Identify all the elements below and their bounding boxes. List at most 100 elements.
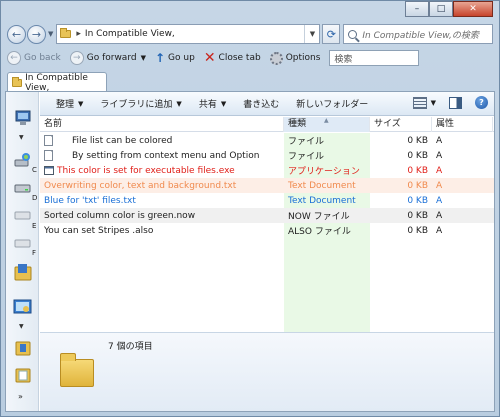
file-size: 0 KB: [407, 210, 428, 221]
chevron-down-icon: ▼: [220, 99, 227, 108]
preview-pane-icon[interactable]: [449, 96, 462, 109]
column-type-label: 種類: [288, 119, 307, 129]
new-folder-label: 新しいフォルダー: [296, 100, 369, 110]
view-details-icon[interactable]: [412, 96, 427, 109]
file-size: 0 KB: [407, 225, 428, 236]
item-count: 7 個の項目: [108, 342, 153, 352]
go-forward-label: Go forward: [86, 53, 137, 63]
chevron-right-icon[interactable]: ▸: [76, 29, 81, 39]
drive-d-icon[interactable]: [13, 178, 33, 198]
drive-f-icon[interactable]: [13, 233, 33, 253]
search-box[interactable]: In Compatible View,の検索: [343, 24, 493, 44]
file-list: 名前 ▲ 種類 サイズ 属性 File list can be colored フ…: [40, 117, 494, 335]
burn-button[interactable]: 書き込む: [243, 97, 279, 110]
drive-e-icon[interactable]: [13, 205, 33, 225]
file-name: You can set Stripes .also: [44, 225, 154, 236]
sort-ascending-icon: ▲: [324, 117, 329, 124]
share-label: 共有: [198, 100, 217, 110]
network-drive-icon[interactable]: [13, 150, 33, 170]
file-type: ファイル: [288, 137, 325, 147]
computer-icon[interactable]: [13, 108, 33, 128]
maximize-button[interactable]: □: [429, 1, 453, 17]
go-up-button[interactable]: ↑ Go up: [155, 51, 195, 65]
address-path: In Compatible View,: [84, 29, 175, 39]
address-history-dropdown[interactable]: ▼: [304, 25, 319, 43]
search-icon: [348, 29, 358, 39]
more-items-button[interactable]: »: [18, 392, 23, 401]
column-attributes-header[interactable]: 属性: [432, 117, 493, 132]
recent-pages-dropdown[interactable]: ▼: [48, 30, 53, 38]
options-button[interactable]: Options: [269, 51, 321, 65]
minimize-button[interactable]: –: [405, 1, 429, 17]
column-name-header[interactable]: 名前: [40, 117, 284, 132]
expand-arrow-icon[interactable]: ▼: [19, 323, 24, 330]
user-folder-icon[interactable]: [13, 262, 33, 282]
file-attributes: A: [436, 150, 443, 161]
file-name: This color is set for executable files.e…: [57, 165, 235, 176]
arrow-left-icon: ←: [7, 51, 21, 65]
file-row[interactable]: This color is set for executable files.e…: [40, 163, 494, 178]
go-forward-button[interactable]: → Go forward ▼: [69, 51, 146, 65]
column-type-header[interactable]: ▲ 種類: [284, 117, 370, 132]
close-tab-button[interactable]: ✕ Close tab: [204, 51, 261, 65]
refresh-button[interactable]: ⟳: [322, 24, 341, 44]
column-size-header[interactable]: サイズ: [370, 117, 432, 132]
file-type: ファイル: [288, 152, 325, 162]
expand-arrow-icon[interactable]: ▼: [19, 134, 24, 141]
documents-folder-icon[interactable]: [13, 365, 33, 385]
close-window-button[interactable]: ✕: [453, 1, 493, 17]
tab-in-compatible-view[interactable]: In Compatible View,: [7, 72, 107, 93]
burn-label: 書き込む: [243, 100, 280, 110]
help-icon[interactable]: ?: [475, 96, 488, 109]
gear-icon: [269, 51, 283, 65]
file-attributes: A: [436, 180, 443, 191]
share-menu[interactable]: 共有 ▼: [198, 97, 227, 111]
options-label: Options: [285, 53, 321, 63]
add-to-library-menu[interactable]: ライブラリに追加 ▼: [100, 97, 181, 111]
file-name: Sorted column color is green.now: [44, 210, 196, 221]
forward-nav-button[interactable]: →: [27, 24, 46, 44]
refresh-icon: ⟳: [326, 27, 336, 41]
file-name: By setting from context menu and Option: [72, 150, 260, 161]
music-folder-icon[interactable]: [13, 338, 33, 358]
add-to-library-label: ライブラリに追加: [100, 100, 173, 110]
arrow-left-icon: ←: [11, 27, 22, 41]
chevron-down-icon: ▼: [78, 99, 84, 108]
view-dropdown-icon[interactable]: ▼: [431, 99, 436, 107]
file-type: Text Document: [288, 180, 356, 191]
arrow-right-icon: →: [31, 27, 42, 41]
go-back-button[interactable]: ← Go back: [7, 51, 61, 65]
arrow-right-icon: →: [69, 51, 84, 65]
file-size: 0 KB: [407, 135, 428, 146]
organize-menu[interactable]: 整理 ▼: [56, 97, 84, 111]
file-row[interactable]: File list can be colored ファイル 0 KB A: [40, 133, 494, 148]
file-attributes: A: [436, 225, 443, 236]
file-row[interactable]: By setting from context menu and Option …: [40, 148, 494, 163]
quix-search-input[interactable]: 検索: [329, 50, 420, 66]
view-controls: ▼ ?: [412, 96, 488, 109]
file-size: 0 KB: [407, 165, 428, 176]
chevron-down-icon[interactable]: ▼: [141, 54, 146, 62]
drive-d-label: D: [32, 194, 38, 202]
file-attributes: A: [436, 135, 443, 146]
file-row[interactable]: Blue for 'txt' files.txt Text Document 0…: [40, 193, 494, 208]
control-panel-icon[interactable]: [13, 297, 33, 317]
file-row[interactable]: Overwriting color, text and background.t…: [40, 178, 494, 193]
quix-search-value: 検索: [334, 54, 353, 65]
address-row: ← → ▼ ▸ In Compatible View, ▼ ⟳ In Compa…: [7, 23, 493, 45]
file-type: Text Document: [288, 195, 356, 206]
back-nav-button[interactable]: ←: [7, 24, 26, 44]
column-headers: 名前 ▲ 種類 サイズ 属性: [40, 117, 494, 132]
file-name: Overwriting color, text and background.t…: [44, 180, 237, 191]
file-icon: [44, 150, 53, 161]
file-row[interactable]: Sorted column color is green.now NOW ファイ…: [40, 208, 494, 223]
arrow-up-icon: ↑: [154, 51, 166, 65]
new-folder-button[interactable]: 新しいフォルダー: [296, 97, 368, 110]
go-up-label: Go up: [168, 53, 195, 63]
close-tab-label: Close tab: [218, 53, 261, 63]
window-controls: – □ ✕: [405, 1, 493, 17]
tab-label: In Compatible View,: [25, 72, 88, 93]
address-bar[interactable]: ▸ In Compatible View, ▼: [56, 24, 321, 44]
file-row[interactable]: You can set Stripes .also ALSO ファイル 0 KB…: [40, 223, 494, 238]
go-back-label: Go back: [24, 53, 61, 63]
